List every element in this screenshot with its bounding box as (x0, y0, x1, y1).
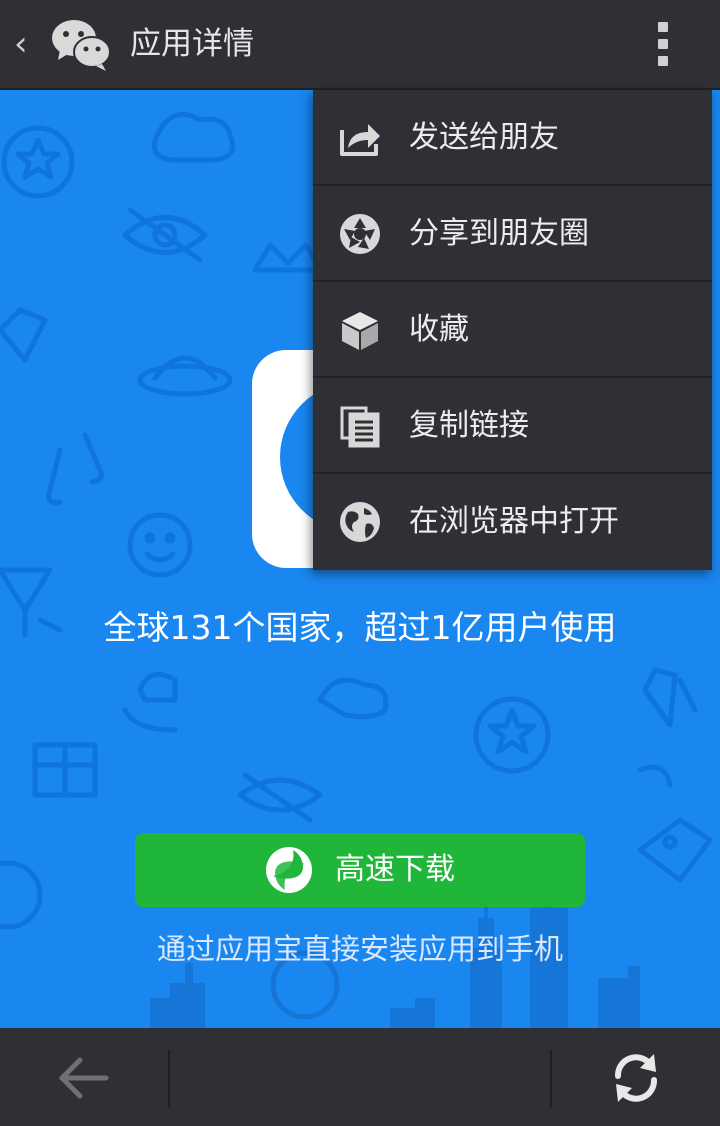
favorite-cube-icon (342, 312, 378, 350)
menu-item-send-to-friend[interactable]: 发送给朋友 (313, 90, 712, 186)
globe-icon (340, 502, 380, 542)
menu-item-open-in-browser[interactable]: 在浏览器中打开 (313, 474, 712, 570)
download-label: 高速下载 (335, 852, 455, 887)
moments-shutter-icon (340, 214, 380, 254)
yingyongbao-icon (266, 847, 312, 893)
page-title: 应用详情 (130, 26, 254, 62)
arrow-left-icon[interactable] (56, 1054, 112, 1102)
menu-item-copy-link[interactable]: 复制链接 (313, 378, 712, 474)
bar-divider (168, 1050, 170, 1108)
more-vertical-icon[interactable] (648, 18, 678, 70)
bottom-bar (0, 1028, 720, 1126)
download-button[interactable]: 高速下载 (135, 833, 585, 907)
refresh-icon[interactable] (608, 1050, 664, 1106)
chevron-left-icon[interactable]: ‹ (14, 24, 40, 64)
menu-item-label: 发送给朋友 (409, 120, 559, 155)
overflow-menu: 发送给朋友 分享到朋友圈 收藏 复制链接 在浏览器中打开 (313, 90, 712, 570)
menu-item-favorite[interactable]: 收藏 (313, 282, 712, 378)
menu-item-share-moments[interactable]: 分享到朋友圈 (313, 186, 712, 282)
headline-text: 全球131个国家，超过1亿用户使用 (103, 608, 617, 647)
menu-item-label: 在浏览器中打开 (409, 504, 619, 539)
menu-item-label: 收藏 (409, 312, 469, 347)
share-forward-icon (340, 124, 380, 156)
wechat-logo-icon (52, 20, 111, 71)
menu-item-label: 分享到朋友圈 (409, 216, 589, 251)
copy-document-icon (340, 406, 380, 448)
bar-divider (550, 1050, 552, 1108)
menu-item-label: 复制链接 (409, 408, 529, 443)
top-bar: ‹ 应用详情 (0, 0, 720, 90)
install-hint-text: 通过应用宝直接安装应用到手机 (156, 932, 563, 966)
